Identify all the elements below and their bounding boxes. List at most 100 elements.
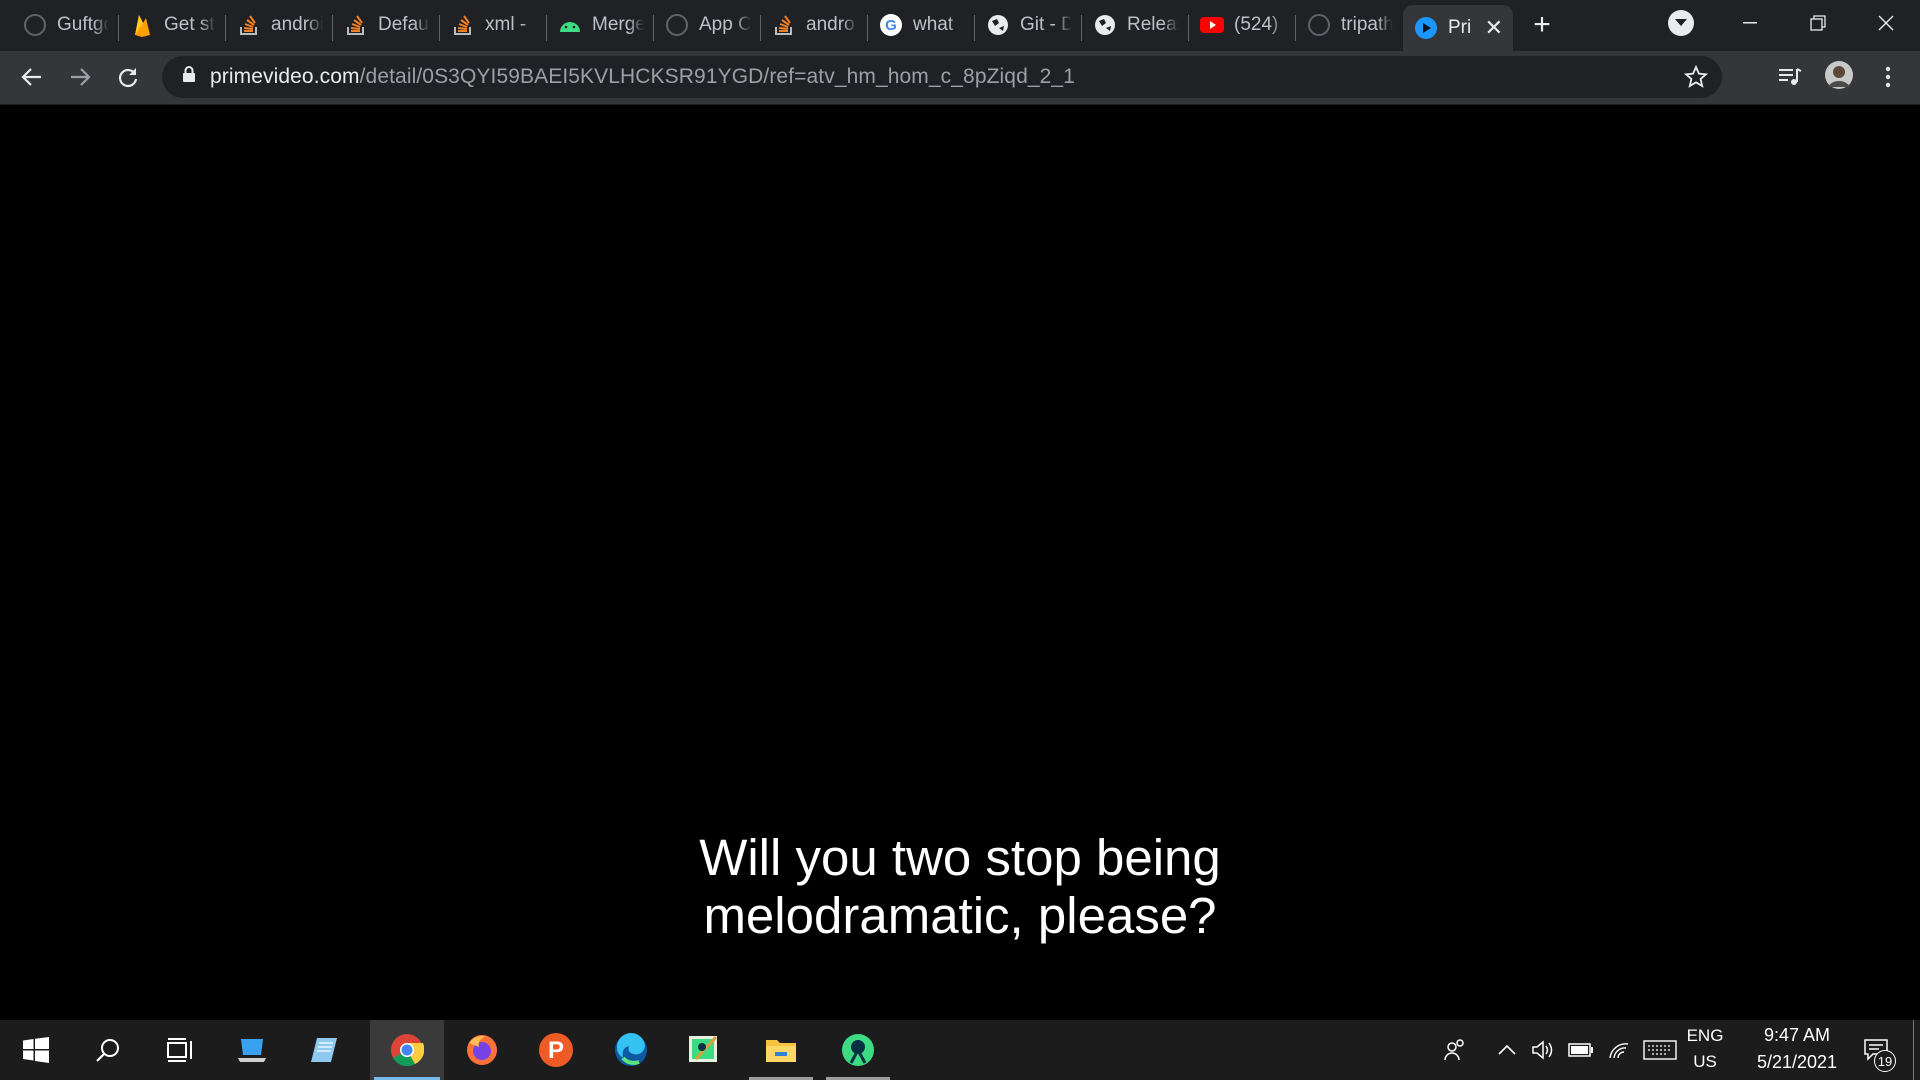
tab-title: Default: [378, 14, 430, 35]
tab-title: what: [913, 14, 954, 35]
show-desktop-button[interactable]: [1913, 1020, 1920, 1080]
restore-button[interactable]: [1784, 0, 1852, 46]
window-controls: [1716, 0, 1920, 46]
taskbar-android-studio[interactable]: [668, 1020, 740, 1080]
tab-guftgo[interactable]: Guftgo: [12, 5, 119, 45]
arrow-right-icon: [71, 68, 91, 86]
taskbar-android-app[interactable]: [822, 1020, 894, 1080]
volume-button[interactable]: [1528, 1020, 1558, 1080]
clock-date: 5/21/2021: [1756, 1052, 1838, 1072]
taskbar-this-pc[interactable]: [216, 1020, 288, 1080]
tab-stackoverflow-1[interactable]: android: [226, 5, 333, 45]
system-clock[interactable]: 9:47 AM 5/21/2021: [1742, 1020, 1852, 1080]
notification-count-badge: 19: [1874, 1050, 1896, 1072]
forward-button[interactable]: [60, 57, 100, 97]
tab-firebase[interactable]: Get started: [119, 5, 226, 45]
tab-title: (524): [1234, 14, 1279, 35]
action-center-button[interactable]: 19: [1856, 1020, 1896, 1080]
search-button[interactable]: [72, 1020, 144, 1080]
chevron-up-icon: [1498, 1045, 1516, 1055]
taskbar-notepad[interactable]: [288, 1020, 360, 1080]
battery-icon: [1568, 1043, 1593, 1057]
android-app-icon: [842, 1034, 874, 1066]
subtitle-line: melodramatic, please?: [703, 887, 1217, 944]
globe-icon: [986, 13, 1010, 37]
bookmark-star-icon[interactable]: [1683, 64, 1709, 94]
people-button[interactable]: [1440, 1020, 1470, 1080]
tab-releases[interactable]: Releas: [1082, 5, 1189, 45]
notepad-icon: [311, 1038, 337, 1062]
windows-logo-icon: [23, 1037, 49, 1063]
start-button[interactable]: [0, 1020, 72, 1080]
laptop-icon: [238, 1039, 266, 1062]
tab-title: Guftgo: [57, 14, 109, 35]
reload-icon: [118, 68, 138, 88]
tab-github-app[interactable]: App C: [654, 5, 761, 45]
taskbar-postman[interactable]: P: [520, 1020, 592, 1080]
browser-menu-button[interactable]: [1868, 57, 1908, 97]
chevron-down-icon: [1675, 19, 1687, 26]
close-icon: [1878, 15, 1894, 31]
stackoverflow-icon: [451, 13, 475, 37]
touch-keyboard-button[interactable]: [1640, 1020, 1680, 1080]
tab-stackoverflow-3[interactable]: xml -: [440, 5, 547, 45]
taskbar-firefox[interactable]: [446, 1020, 518, 1080]
stackoverflow-icon: [237, 13, 261, 37]
keyboard-icon: [1643, 1040, 1677, 1060]
speaker-icon: [1532, 1040, 1553, 1060]
close-tab-icon[interactable]: ✕: [1485, 15, 1503, 41]
tab-title: Get started: [164, 14, 216, 35]
primevideo-icon: [1414, 16, 1438, 40]
subtitle-line: Will you two stop being: [699, 829, 1221, 886]
taskbar-edge[interactable]: [595, 1020, 667, 1080]
chrome-icon: [391, 1034, 424, 1067]
firefox-icon: [467, 1035, 497, 1065]
video-player[interactable]: Will you two stop being melodramatic, pl…: [0, 105, 1920, 1020]
minimize-button[interactable]: [1716, 0, 1784, 46]
taskbar-chrome[interactable]: [370, 1020, 444, 1080]
svg-text:G: G: [885, 17, 897, 34]
github-icon: [23, 13, 47, 37]
tab-youtube[interactable]: (524): [1189, 5, 1296, 45]
svg-text:P: P: [548, 1037, 564, 1064]
close-window-button[interactable]: [1852, 0, 1920, 46]
profile-button[interactable]: [1819, 57, 1859, 97]
tab-stackoverflow-2[interactable]: Default: [333, 5, 440, 45]
tab-title: Git - D: [1020, 14, 1072, 35]
reload-button[interactable]: [108, 57, 148, 97]
media-controls-button[interactable]: [1770, 57, 1810, 97]
more-vert-icon: [1885, 66, 1891, 88]
address-bar[interactable]: primevideo.com/detail/0S3QYI59BAEI5KVLHC…: [162, 56, 1722, 98]
tab-title: Pri: [1448, 17, 1472, 38]
postman-icon: P: [539, 1033, 573, 1067]
task-view-icon: [167, 1038, 192, 1062]
restore-icon: [1810, 15, 1826, 31]
tab-title: Releas: [1127, 14, 1179, 35]
tab-android-merge[interactable]: Merge: [547, 5, 654, 45]
task-view-button[interactable]: [144, 1020, 216, 1080]
windows-taskbar: P ENG US 9:47 AM 5/21/2021 19: [0, 1020, 1920, 1080]
tab-prime-video[interactable]: Pri ✕: [1403, 5, 1513, 51]
edge-icon: [615, 1032, 647, 1066]
battery-button[interactable]: [1565, 1020, 1597, 1080]
tab-git[interactable]: Git - D: [975, 5, 1082, 45]
network-button[interactable]: [1604, 1020, 1634, 1080]
url-host: primevideo.com: [210, 65, 360, 88]
firebase-icon: [130, 13, 154, 37]
tab-list: Guftgo Get started android Default xml -…: [12, 5, 1565, 51]
tab-github-tripath[interactable]: tripath: [1296, 5, 1403, 45]
google-icon: G: [879, 13, 903, 37]
taskbar-file-explorer[interactable]: [745, 1020, 817, 1080]
show-hidden-icons-button[interactable]: [1494, 1020, 1520, 1080]
new-tab-button[interactable]: +: [1519, 5, 1565, 45]
minimize-icon: [1743, 22, 1757, 24]
tab-google[interactable]: G what: [868, 5, 975, 45]
back-button[interactable]: [12, 57, 52, 97]
tab-stackoverflow-4[interactable]: andro: [761, 5, 868, 45]
tab-title: Merge: [592, 14, 644, 35]
lock-icon: [182, 66, 196, 88]
github-icon: [665, 13, 689, 37]
tab-search-button[interactable]: [1668, 10, 1694, 36]
tab-title: xml -: [485, 14, 527, 35]
language-indicator[interactable]: ENG US: [1680, 1020, 1730, 1080]
